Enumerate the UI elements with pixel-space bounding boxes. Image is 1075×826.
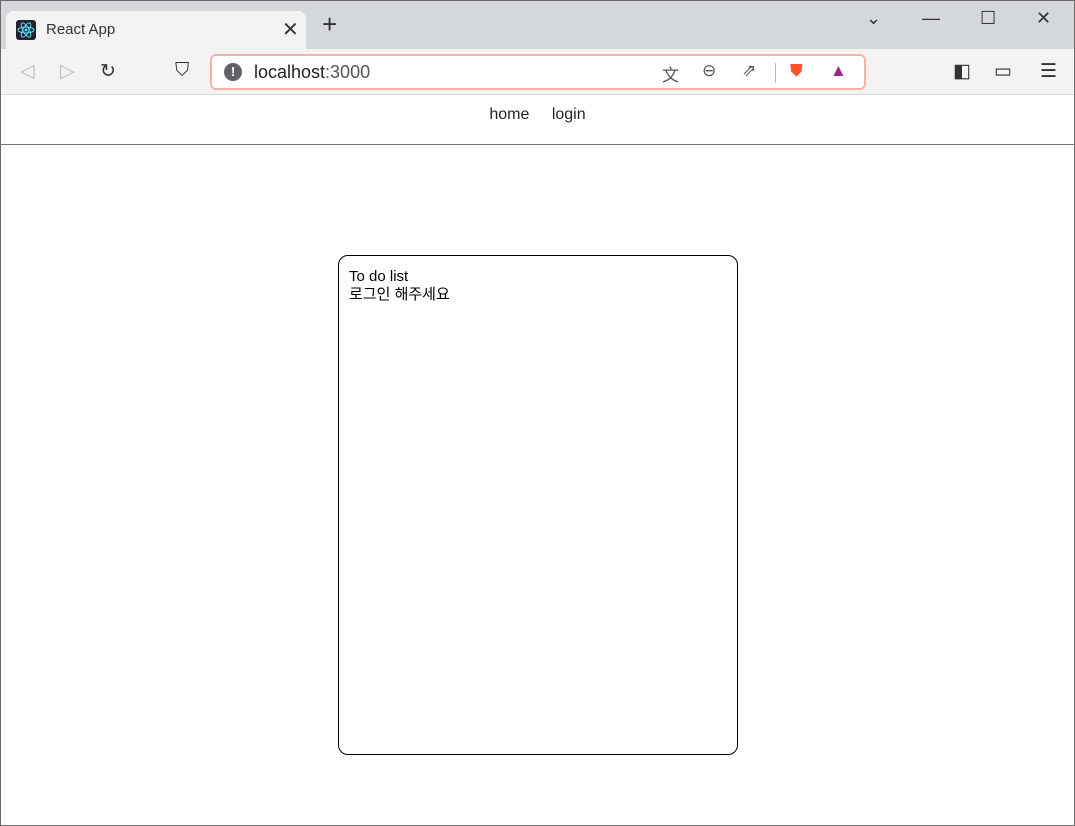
window-frame — [0, 0, 1075, 826]
